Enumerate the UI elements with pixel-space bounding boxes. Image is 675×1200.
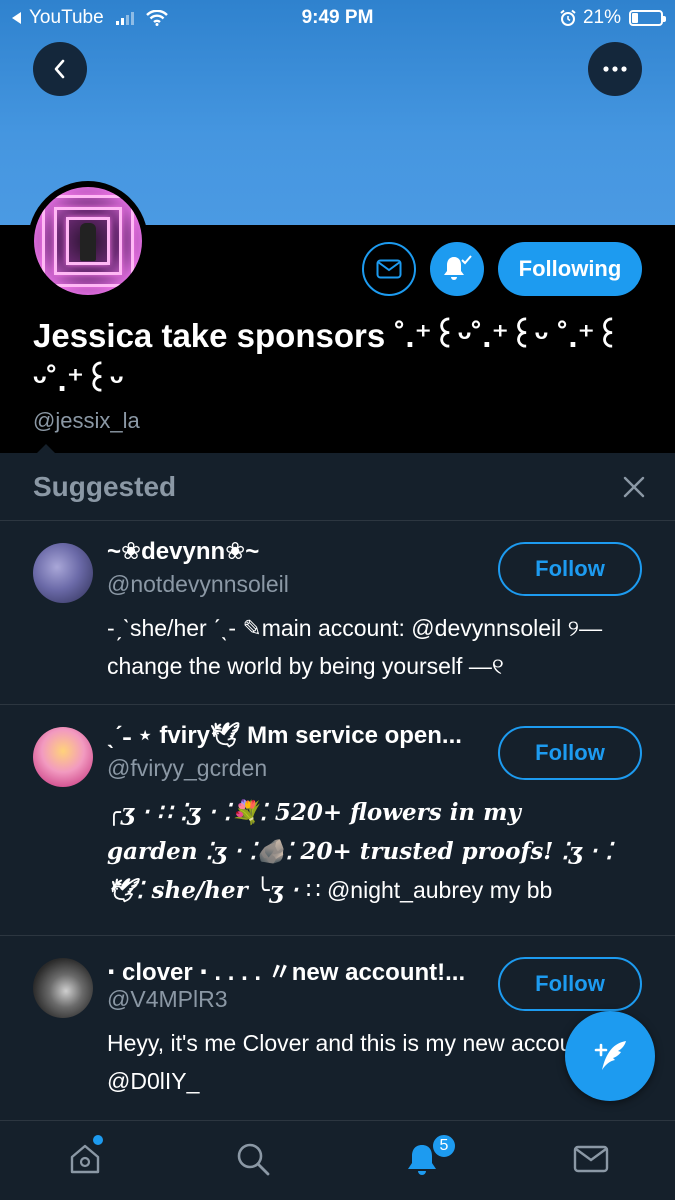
alarm-icon: [560, 9, 576, 26]
status-bar: YouTube 9:49 PM 21%: [0, 0, 675, 36]
following-button[interactable]: Following: [498, 242, 642, 296]
home-icon: [70, 1144, 100, 1174]
avatar[interactable]: [33, 958, 93, 1018]
account-handle: @fviryy_gcrden: [107, 755, 268, 781]
more-icon: [603, 66, 627, 72]
battery-icon: [629, 10, 666, 26]
account-bio: ╭ʒ ‧ ∷ ⁚ʒ ‧ ⁚💐⁚ 520+ flowers in my garde…: [107, 793, 647, 910]
avatar[interactable]: [33, 727, 93, 787]
home-unread-dot: [93, 1135, 103, 1145]
compose-button[interactable]: [565, 1011, 655, 1101]
bio-line: 🕊⁚ she/her ╰ʒ ‧ ∷ @night_aubrey my bb: [107, 871, 647, 910]
suggested-panel: Suggested ~❀devynn❀~ @notdevynnsoleil -ˏ…: [0, 453, 675, 1120]
messages-icon: [573, 1145, 609, 1173]
follow-button[interactable]: Follow: [498, 957, 642, 1011]
tab-search[interactable]: [233, 1139, 273, 1179]
avatar[interactable]: [33, 543, 93, 603]
profile-avatar[interactable]: [28, 181, 148, 301]
follow-button[interactable]: Follow: [498, 542, 642, 596]
bio-line: ╭ʒ ‧ ∷ ⁚ʒ ‧ ⁚💐⁚ 520+ flowers in my: [107, 799, 521, 826]
suggested-title: Suggested: [33, 471, 177, 502]
tab-home[interactable]: [65, 1139, 105, 1179]
bell-check-icon: [444, 255, 472, 280]
account-name: ‧ clover ‧ . . . . 〃new account!...: [107, 959, 466, 986]
account-name: ˎˊ˗ ⋆ fviry🕊 Mm service open...: [107, 722, 462, 749]
account-handle: @V4MPlR3: [107, 986, 228, 1012]
status-right: 21%: [559, 7, 666, 29]
battery-percent: 21%: [582, 7, 621, 28]
account-name: ~❀devynn❀~: [107, 538, 260, 565]
notification-badge: 5: [431, 1133, 457, 1159]
account-handle: @notdevynnsoleil: [107, 571, 289, 597]
compose-icon: [594, 1041, 626, 1070]
bio-mention[interactable]: ∷ @night_aubrey my bb: [306, 877, 552, 903]
account-bio: -ˏˋshe/her ˊˎ- ✎main account: @devynnsol…: [107, 615, 603, 679]
back-arrow-icon: [54, 59, 65, 79]
suggested-account-card[interactable]: ˎˊ˗ ⋆ fviry🕊 Mm service open... @fviryy_…: [0, 705, 675, 936]
bio-line: garden ⁚ʒ ‧ ⁚🪨⁚ 20+ trusted proofs! ⁚ʒ ‧…: [107, 838, 613, 865]
close-icon[interactable]: [622, 475, 646, 499]
bottom-tab-bar: 5: [0, 1120, 675, 1200]
mail-icon: [376, 259, 402, 279]
back-button[interactable]: [33, 42, 87, 96]
search-icon: [237, 1143, 270, 1176]
notifications-toggle-button[interactable]: [430, 242, 484, 296]
message-button[interactable]: [362, 242, 416, 296]
follow-button[interactable]: Follow: [498, 726, 642, 780]
suggested-account-card[interactable]: ~❀devynn❀~ @notdevynnsoleil -ˏˋshe/her ˊ…: [0, 521, 675, 705]
bio-fancy-text: 🕊⁚ she/her ╰ʒ ‧: [107, 877, 306, 904]
profile-handle: @jessix_la: [33, 408, 140, 433]
suggested-header: Suggested: [0, 453, 675, 521]
profile-display-name: Jessica take sponsors ˚.⁺꒰ᵕ˚.⁺꒰ᵕ ˚.⁺꒰ᵕ˚.…: [33, 317, 621, 398]
avatar-image: [34, 187, 142, 295]
more-options-button[interactable]: [588, 42, 642, 96]
tab-messages[interactable]: [571, 1139, 611, 1179]
avatar-figure: [80, 223, 96, 261]
